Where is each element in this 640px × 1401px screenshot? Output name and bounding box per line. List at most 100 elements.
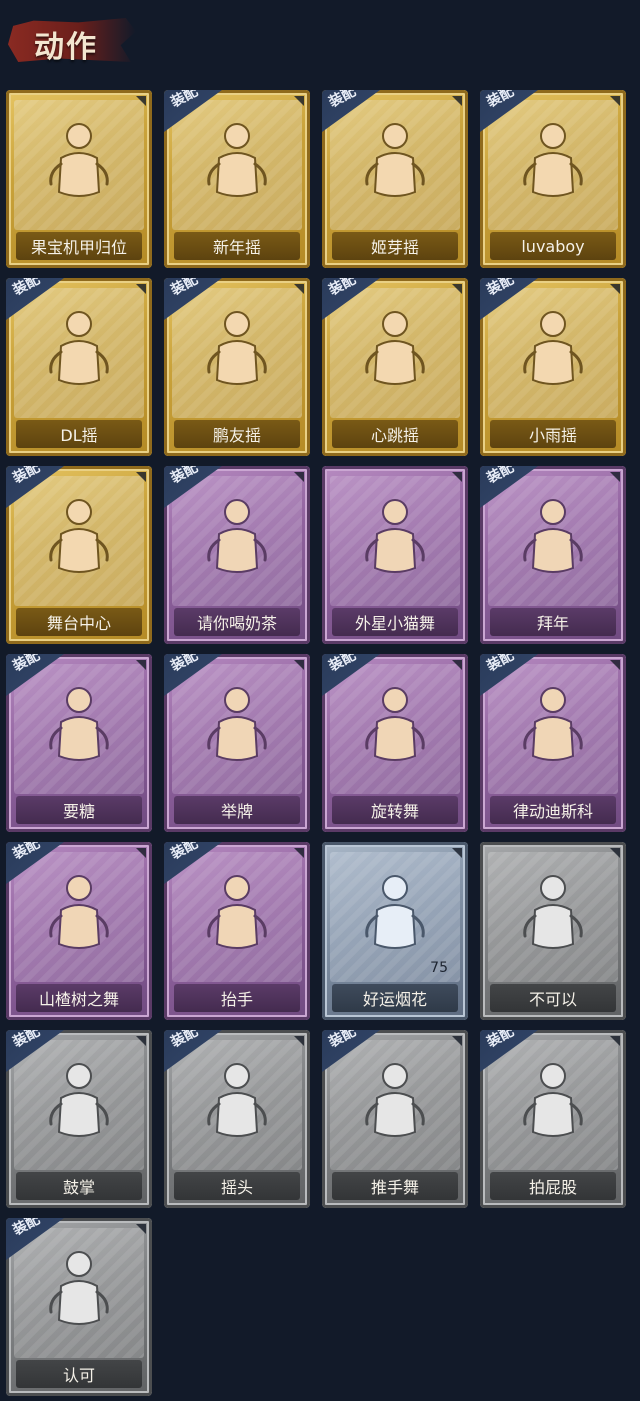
emote-card[interactable]: 不可以: [480, 842, 626, 1020]
emote-pose-icon: [513, 1054, 593, 1150]
emote-pose-icon: [197, 678, 277, 774]
equipped-badge-text: 装配: [168, 842, 201, 863]
emote-label: DL摇: [60, 426, 98, 445]
emote-label-bar: 旋转舞: [332, 796, 458, 824]
emote-card[interactable]: DL摇 装配: [6, 278, 152, 456]
emote-label: 旋转舞: [370, 802, 419, 821]
emote-card[interactable]: 请你喝奶茶 装配: [164, 466, 310, 644]
emote-card[interactable]: 摇头 装配: [164, 1030, 310, 1208]
emote-card[interactable]: 山楂树之舞 装配: [6, 842, 152, 1020]
emote-label-bar: 果宝机甲归位: [16, 232, 142, 260]
emote-pose-icon: [39, 866, 119, 962]
emote-pose-icon: [513, 490, 593, 586]
emote-card[interactable]: 新年摇 装配: [164, 90, 310, 268]
emote-label-bar: 心跳摇: [332, 420, 458, 448]
emote-label: 要糖: [62, 802, 95, 821]
emote-label: 山楂树之舞: [38, 990, 119, 1009]
emote-label: 请你喝奶茶: [196, 614, 277, 633]
emote-label-bar: 要糖: [16, 796, 142, 824]
emote-label: 摇头: [220, 1178, 253, 1197]
emote-pose-icon: [355, 1054, 435, 1150]
equipped-badge-text: 装配: [10, 1218, 43, 1239]
emote-card[interactable]: 举牌 装配: [164, 654, 310, 832]
emote-label-bar: 认可: [16, 1360, 142, 1388]
page-title: 动作: [34, 30, 98, 65]
emote-card[interactable]: 舞台中心 装配: [6, 466, 152, 644]
emote-pose-icon: [513, 866, 593, 962]
emote-card[interactable]: 认可 装配: [6, 1218, 152, 1396]
emote-label-bar: 新年摇: [174, 232, 300, 260]
emote-card[interactable]: 鹏友摇 装配: [164, 278, 310, 456]
emote-label-bar: 拍屁股: [490, 1172, 616, 1200]
emote-label: 鼓掌: [62, 1178, 95, 1197]
emote-label-bar: 请你喝奶茶: [174, 608, 300, 636]
equipped-badge-text: 装配: [484, 466, 517, 487]
emote-card[interactable]: 要糖 装配: [6, 654, 152, 832]
emote-label: 果宝机甲归位: [30, 238, 127, 257]
emote-card[interactable]: 果宝机甲归位: [6, 90, 152, 268]
emote-pose-icon: [355, 678, 435, 774]
emote-label-bar: 举牌: [174, 796, 300, 824]
equipped-badge-text: 装配: [168, 1030, 201, 1051]
emote-label: 律动迪斯科: [512, 802, 593, 821]
emote-label-bar: 山楂树之舞: [16, 984, 142, 1012]
emote-label: 拍屁股: [528, 1178, 577, 1197]
emote-label: 外星小猫舞: [354, 614, 435, 633]
equipped-badge-text: 装配: [484, 278, 517, 299]
equipped-badge-text: 装配: [326, 90, 359, 111]
emote-pose-icon: [39, 1242, 119, 1338]
equipped-badge-text: 装配: [10, 1030, 43, 1051]
emote-card[interactable]: luvaboy 装配: [480, 90, 626, 268]
emote-pose-icon: [197, 302, 277, 398]
equipped-badge-text: 装配: [484, 1030, 517, 1051]
emote-card[interactable]: 小雨摇 装配: [480, 278, 626, 456]
emote-card[interactable]: 心跳摇 装配: [322, 278, 468, 456]
emote-label: 舞台中心: [46, 614, 111, 633]
emote-label-bar: 不可以: [490, 984, 616, 1012]
emote-label-bar: DL摇: [16, 420, 142, 448]
emote-pose-icon: [355, 866, 435, 962]
emote-label: 好运烟花: [362, 990, 427, 1009]
emote-label: 鹏友摇: [212, 426, 261, 445]
emote-label-bar: 小雨摇: [490, 420, 616, 448]
emote-label-bar: luvaboy: [490, 232, 616, 260]
emote-label-bar: 外星小猫舞: [332, 608, 458, 636]
emote-card[interactable]: 拍屁股 装配: [480, 1030, 626, 1208]
emote-label-bar: 好运烟花: [332, 984, 458, 1012]
equipped-badge-text: 装配: [168, 278, 201, 299]
emote-label: luvaboy: [521, 236, 585, 256]
emote-card[interactable]: 抬手 装配: [164, 842, 310, 1020]
emote-pose-icon: [513, 678, 593, 774]
emote-pose-icon: [513, 114, 593, 210]
emote-pose-icon: [197, 866, 277, 962]
emote-label: 拜年: [536, 614, 569, 633]
emote-label: 推手舞: [370, 1178, 419, 1197]
emote-label: 不可以: [528, 990, 577, 1009]
emote-pose-icon: [355, 490, 435, 586]
emote-label: 抬手: [220, 990, 253, 1009]
emote-card[interactable]: 鼓掌 装配: [6, 1030, 152, 1208]
emote-card[interactable]: 推手舞 装配: [322, 1030, 468, 1208]
emote-pose-icon: [39, 302, 119, 398]
equipped-badge-text: 装配: [10, 842, 43, 863]
emote-label: 姬芽摇: [370, 238, 419, 257]
emote-card[interactable]: 外星小猫舞: [322, 466, 468, 644]
emote-pose-icon: [197, 114, 277, 210]
emote-label-bar: 舞台中心: [16, 608, 142, 636]
emote-card[interactable]: 75 好运烟花: [322, 842, 468, 1020]
emote-pose-icon: [513, 302, 593, 398]
equipped-badge-text: 装配: [484, 654, 517, 675]
item-count: 75: [430, 960, 448, 976]
emote-pose-icon: [39, 114, 119, 210]
emote-pose-icon: [197, 1054, 277, 1150]
emote-label-bar: 推手舞: [332, 1172, 458, 1200]
emote-card[interactable]: 拜年 装配: [480, 466, 626, 644]
emote-card[interactable]: 姬芽摇 装配: [322, 90, 468, 268]
emote-card[interactable]: 律动迪斯科 装配: [480, 654, 626, 832]
emote-label-bar: 摇头: [174, 1172, 300, 1200]
emote-pose-icon: [355, 114, 435, 210]
emote-label-bar: 拜年: [490, 608, 616, 636]
emote-card[interactable]: 旋转舞 装配: [322, 654, 468, 832]
emote-label: 心跳摇: [370, 426, 419, 445]
equipped-badge-text: 装配: [326, 654, 359, 675]
